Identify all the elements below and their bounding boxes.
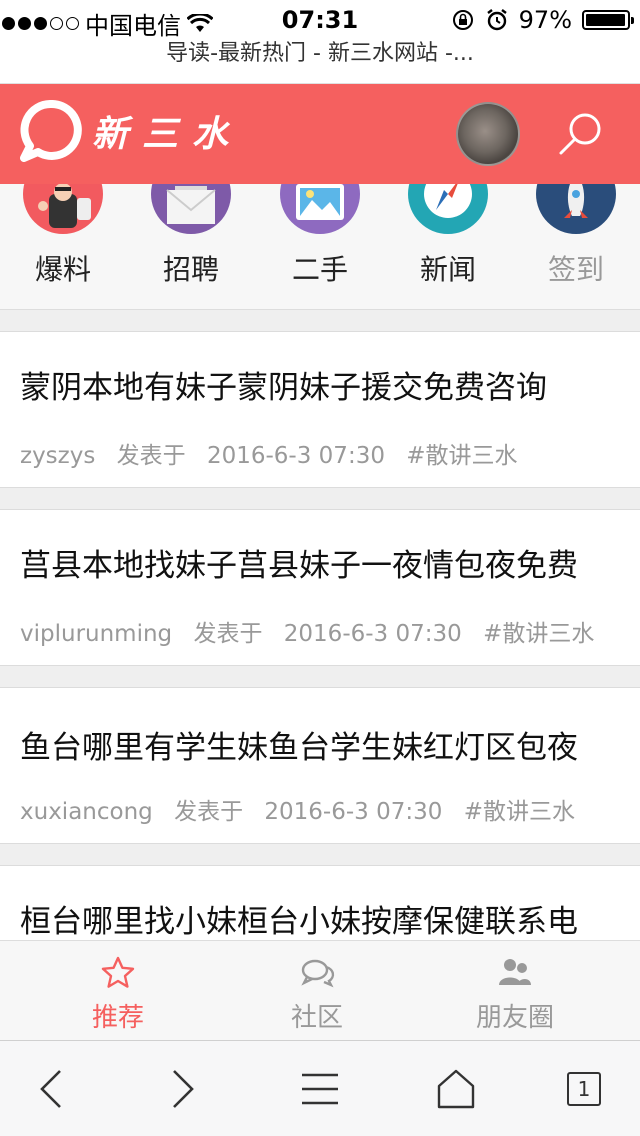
chat-bubbles-icon bbox=[301, 959, 335, 988]
category-baoliao[interactable]: 爆料 bbox=[18, 184, 108, 288]
category-zhaopin[interactable]: 招聘 bbox=[146, 184, 236, 288]
post-date: 2016-6-3 07:30 bbox=[283, 621, 462, 647]
menu-button[interactable] bbox=[298, 1067, 342, 1111]
category-label: 新闻 bbox=[419, 253, 476, 286]
post-meta: viplurunming 发表于 2016-6-3 07:30 #散讲三水 bbox=[20, 614, 608, 648]
tab-label: 社区 bbox=[290, 1003, 343, 1033]
chevron-right-icon bbox=[173, 1070, 194, 1108]
post-item[interactable]: 鱼台哪里有学生妹鱼台学生妹红灯区包夜 xuxiancong 发表于 2016-6… bbox=[0, 688, 640, 844]
app-header: 新三水 bbox=[0, 84, 640, 184]
post-author[interactable]: xuxiancong bbox=[20, 799, 153, 825]
hamburger-menu-icon bbox=[302, 1073, 338, 1105]
post-meta: zyszys 发表于 2016-6-3 07:30 #散讲三水 bbox=[20, 436, 532, 470]
chat-bubble-logo-icon bbox=[20, 100, 82, 162]
envelope-icon bbox=[151, 184, 231, 234]
divider bbox=[0, 310, 640, 332]
home-icon bbox=[437, 1069, 475, 1109]
post-title[interactable]: 蒙阴本地有妹子蒙阴妹子援交免费咨询 bbox=[20, 362, 547, 407]
star-icon bbox=[101, 956, 135, 988]
tab-friends[interactable]: 朋友圈 bbox=[435, 955, 595, 1034]
screen: 中国电信 07:31 97% 导读-最新热门 - 新三水网站 -... 新三水 … bbox=[0, 0, 640, 1136]
post-title[interactable]: 桓台哪里找小妹桓台小妹按摩保健联系电 bbox=[20, 896, 578, 941]
post-tag[interactable]: #散讲三水 bbox=[406, 443, 517, 469]
category-label: 爆料 bbox=[34, 253, 91, 286]
post-date: 2016-6-3 07:30 bbox=[206, 443, 385, 469]
home-button[interactable] bbox=[434, 1067, 478, 1111]
post-title[interactable]: 鱼台哪里有学生妹鱼台学生妹红灯区包夜 bbox=[20, 722, 578, 767]
post-author[interactable]: viplurunming bbox=[20, 621, 172, 647]
post-verb: 发表于 bbox=[174, 799, 244, 825]
post-tag[interactable]: #散讲三水 bbox=[483, 621, 594, 647]
post-item[interactable]: 蒙阴本地有妹子蒙阴妹子援交免费咨询 zyszys 发表于 2016-6-3 07… bbox=[0, 332, 640, 488]
logo-text: 新三水 bbox=[92, 113, 243, 155]
status-right: 97% bbox=[451, 6, 634, 34]
category-row: 爆料 招聘 二手 新闻 签到 bbox=[0, 184, 640, 310]
site-logo[interactable]: 新三水 bbox=[20, 100, 242, 162]
search-icon[interactable] bbox=[555, 108, 607, 160]
tab-label: 推荐 bbox=[91, 1003, 144, 1033]
divider bbox=[0, 488, 640, 510]
category-xinwen[interactable]: 新闻 bbox=[403, 184, 493, 288]
people-icon bbox=[499, 959, 531, 985]
browser-page-title: 导读-最新热门 - 新三水网站 -... bbox=[0, 38, 640, 84]
bottom-tab-bar: 推荐 社区 朋友圈 bbox=[0, 940, 640, 1040]
post-meta: xuxiancong 发表于 2016-6-3 07:30 #散讲三水 bbox=[20, 792, 589, 826]
tab-community[interactable]: 社区 bbox=[237, 955, 397, 1034]
rocket-icon bbox=[536, 184, 616, 234]
category-label: 二手 bbox=[291, 253, 348, 286]
post-feed: 蒙阴本地有妹子蒙阴妹子援交免费咨询 zyszys 发表于 2016-6-3 07… bbox=[0, 310, 640, 1022]
battery-percent: 97% bbox=[518, 6, 572, 34]
user-avatar[interactable] bbox=[456, 102, 520, 166]
post-date: 2016-6-3 07:30 bbox=[264, 799, 443, 825]
category-label: 招聘 bbox=[162, 253, 219, 286]
divider bbox=[0, 844, 640, 866]
category-qiandao[interactable]: 签到 bbox=[531, 184, 621, 288]
tabs-button[interactable]: 1 bbox=[562, 1067, 606, 1111]
divider bbox=[0, 666, 640, 688]
category-label: 签到 bbox=[547, 253, 604, 286]
post-item[interactable]: 莒县本地找妹子莒县妹子一夜情包夜免费 viplurunming 发表于 2016… bbox=[0, 510, 640, 666]
post-author[interactable]: zyszys bbox=[20, 443, 95, 469]
tab-label: 朋友圈 bbox=[475, 1003, 554, 1033]
post-verb: 发表于 bbox=[116, 443, 186, 469]
picture-icon bbox=[280, 184, 360, 234]
post-verb: 发表于 bbox=[193, 621, 263, 647]
post-title[interactable]: 莒县本地找妹子莒县妹子一夜情包夜免费 bbox=[20, 540, 578, 585]
tabs-count: 1 bbox=[567, 1072, 601, 1106]
category-ershou[interactable]: 二手 bbox=[275, 184, 365, 288]
tab-recommend[interactable]: 推荐 bbox=[38, 955, 198, 1034]
compass-icon bbox=[408, 184, 488, 234]
alarm-icon bbox=[486, 9, 507, 31]
browser-toolbar: 1 bbox=[0, 1040, 640, 1136]
post-tag[interactable]: #散讲三水 bbox=[464, 799, 575, 825]
battery-icon bbox=[582, 10, 634, 30]
rotation-lock-icon bbox=[452, 10, 473, 30]
forward-button[interactable] bbox=[160, 1067, 204, 1111]
status-bar: 中国电信 07:31 97% bbox=[0, 0, 640, 40]
back-button[interactable] bbox=[30, 1067, 74, 1111]
chevron-left-icon bbox=[40, 1070, 61, 1108]
megaphone-person-icon bbox=[23, 184, 103, 234]
